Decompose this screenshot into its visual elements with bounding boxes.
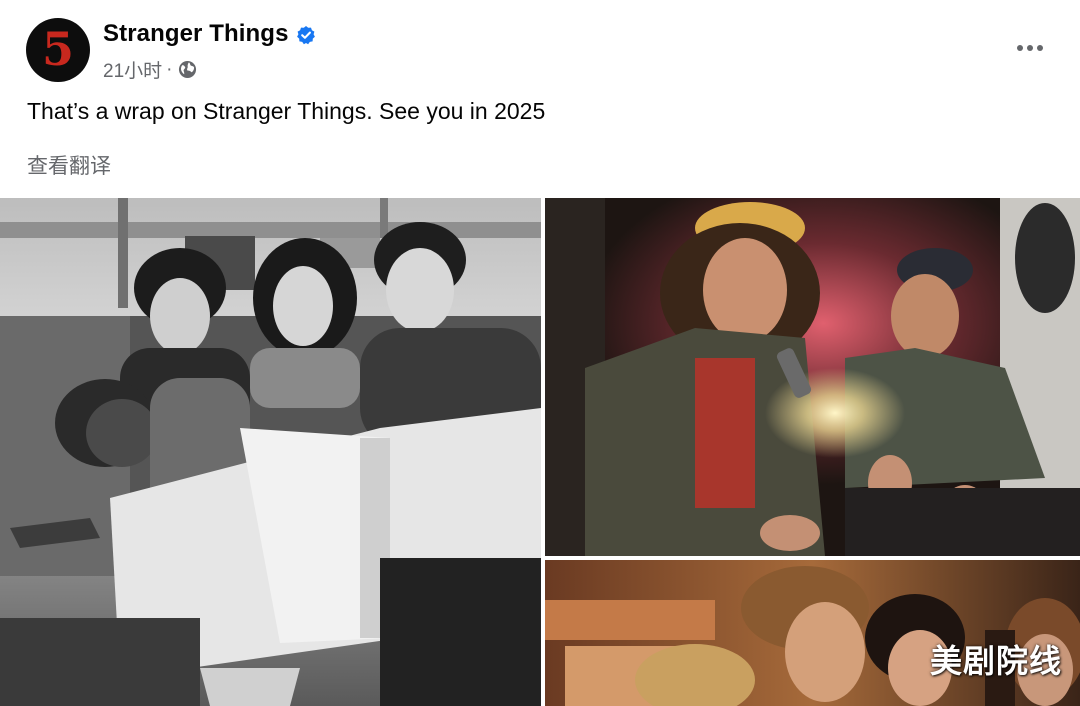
post-message: That’s a wrap on Stranger Things. See yo… xyxy=(27,98,546,124)
see-translation-link[interactable]: 查看翻译 xyxy=(27,150,111,180)
post-timestamp[interactable]: 21小时 xyxy=(103,56,162,83)
photo-grid: 美剧院线 xyxy=(0,198,1080,706)
watermark-text: 美剧院线 xyxy=(929,643,1062,679)
photo-2-image xyxy=(545,198,1080,556)
more-options-button[interactable] xyxy=(1014,32,1046,64)
post-header: 5 Stranger Things 21小时 · xyxy=(0,0,1080,90)
photo-2[interactable] xyxy=(545,198,1080,556)
page-name-link[interactable]: Stranger Things xyxy=(103,20,289,48)
photo-1-image xyxy=(0,198,541,706)
page-avatar[interactable]: 5 xyxy=(26,18,90,82)
avatar-numeral: 5 xyxy=(41,22,74,76)
verified-badge-icon xyxy=(297,26,315,45)
photo-1[interactable] xyxy=(0,198,541,706)
facebook-post: 5 Stranger Things 21小时 · That’s a wrap o… xyxy=(0,0,1080,706)
globe-icon[interactable] xyxy=(178,60,197,79)
post-meta: 21小时 · xyxy=(103,56,197,83)
photo-3[interactable]: 美剧院线 xyxy=(545,560,1080,706)
meta-separator: · xyxy=(166,58,173,80)
photo-3-image xyxy=(545,560,1080,706)
more-options-icon xyxy=(1017,45,1043,51)
